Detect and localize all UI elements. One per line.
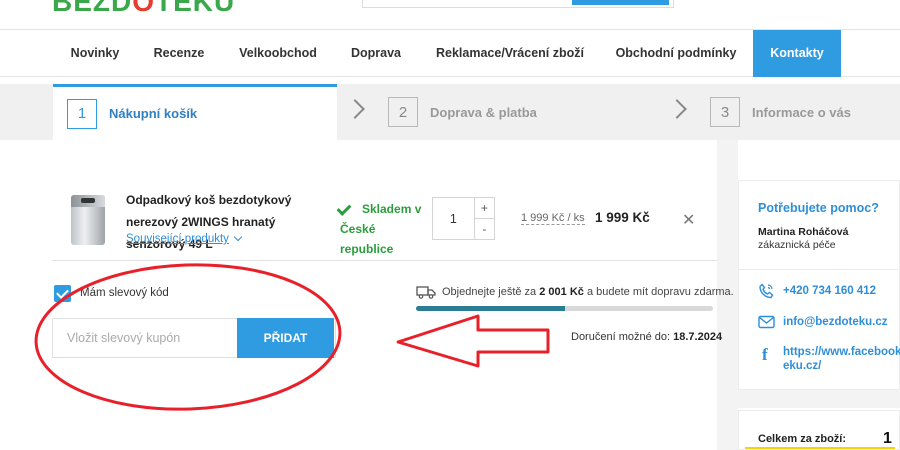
annotation-arrow <box>396 314 550 368</box>
product-name[interactable]: Odpadkový koš bezdotykový nerezový 2WING… <box>126 189 336 255</box>
stock-status: Skladem v České republice <box>340 202 422 256</box>
quantity-stepper[interactable]: 1 + - <box>432 197 495 240</box>
free-shipping-message: Objednejte ještě za 2 001 Kč a budete mí… <box>442 286 734 298</box>
phone-icon <box>759 283 774 299</box>
column-gutter <box>738 390 900 408</box>
discount-code-label[interactable]: Mám slevový kód <box>80 287 169 299</box>
step-label: Informace o vás <box>752 104 851 120</box>
remove-item-button[interactable]: ✕ <box>682 210 695 230</box>
quantity-decrease-button[interactable]: - <box>475 219 494 239</box>
facebook-link[interactable]: https://www.facebook.c eku.cz/ <box>783 345 900 373</box>
step-number: 3 <box>710 97 740 127</box>
free-shipping-text-after: a budete mít dopravu zdarma. <box>586 286 734 298</box>
nav-item-reklamace[interactable]: Reklamace/Vrácení zboží <box>426 30 594 77</box>
delivery-label: Doručení možné do: <box>571 331 671 343</box>
email-icon <box>758 315 775 329</box>
annotation-underline <box>745 447 895 449</box>
divider <box>738 269 900 270</box>
main-nav: Novinky Recenze Velkoobchod Doprava Rekl… <box>0 30 900 77</box>
facebook-icon: f <box>762 345 768 364</box>
product-image[interactable] <box>71 195 105 245</box>
delivery-date: Doručení možné do: 18.7.2024 <box>571 331 722 343</box>
unit-price: 1 999 Kč / ks <box>521 212 585 225</box>
checkout-steps: 1 Nákupní košík 2 Doprava & platba 3 Inf… <box>0 84 900 140</box>
nav-item-kontakty[interactable]: Kontakty <box>753 30 841 77</box>
step-shipping[interactable]: 2 Doprava & platba <box>388 84 628 140</box>
add-coupon-button[interactable]: PŘIDAT <box>237 318 334 358</box>
delivery-date-value: 18.7.2024 <box>673 331 723 343</box>
summary-label: Celkem za zboží: <box>758 433 847 445</box>
step-label: Nákupní košík <box>109 106 198 121</box>
facebook-url-line2: eku.cz/ <box>783 360 822 372</box>
facebook-url-line1: https://www.facebook.c <box>783 346 900 358</box>
site-logo[interactable]: BEZDOTEKU <box>52 0 235 17</box>
related-products-link[interactable]: Související produkty <box>126 232 243 245</box>
annotation-number: 1 <box>883 430 892 447</box>
truck-icon <box>416 286 436 299</box>
phone-link[interactable]: +420 734 160 412 <box>783 285 876 297</box>
quantity-increase-button[interactable]: + <box>474 198 494 219</box>
nav-item-velkoobchod[interactable]: Velkoobchod <box>228 30 328 77</box>
free-shipping-amount: 2 001 Kč <box>539 286 584 298</box>
free-shipping-text-before: Objednejte ještě za <box>442 286 537 298</box>
coupon-input[interactable] <box>53 319 237 357</box>
chevron-down-icon <box>233 232 243 242</box>
quantity-value[interactable]: 1 <box>433 198 474 239</box>
free-shipping-progress <box>416 306 713 311</box>
nav-item-doprava[interactable]: Doprava <box>338 30 414 77</box>
coupon-form: PŘIDAT <box>52 318 336 358</box>
step-cart[interactable]: 1 Nákupní košík <box>53 84 337 140</box>
search-button[interactable] <box>572 0 669 5</box>
step-info[interactable]: 3 Informace o vás <box>710 84 900 140</box>
discount-code-checkbox[interactable] <box>54 285 71 302</box>
item-total-price: 1 999 Kč <box>595 210 650 225</box>
support-agent-name: Martina Roháčová <box>758 226 849 238</box>
support-agent-role: zákaznická péče <box>758 239 836 251</box>
nav-item-recenze[interactable]: Recenze <box>140 30 218 77</box>
progress-fill <box>416 306 565 311</box>
step-number: 2 <box>388 97 418 127</box>
divider <box>52 260 717 261</box>
help-title: Potřebujete pomoc? <box>758 201 879 215</box>
email-link[interactable]: info@bezdoteku.cz <box>783 316 888 328</box>
related-products-label: Související produkty <box>126 233 229 245</box>
step-label: Doprava & platba <box>430 104 537 120</box>
step-number: 1 <box>67 98 97 129</box>
nav-item-obchodni-podminky[interactable]: Obchodní podmínky <box>606 30 746 77</box>
nav-item-novinky[interactable]: Novinky <box>56 30 134 77</box>
top-bar: BEZDOTEKU <box>0 0 900 30</box>
